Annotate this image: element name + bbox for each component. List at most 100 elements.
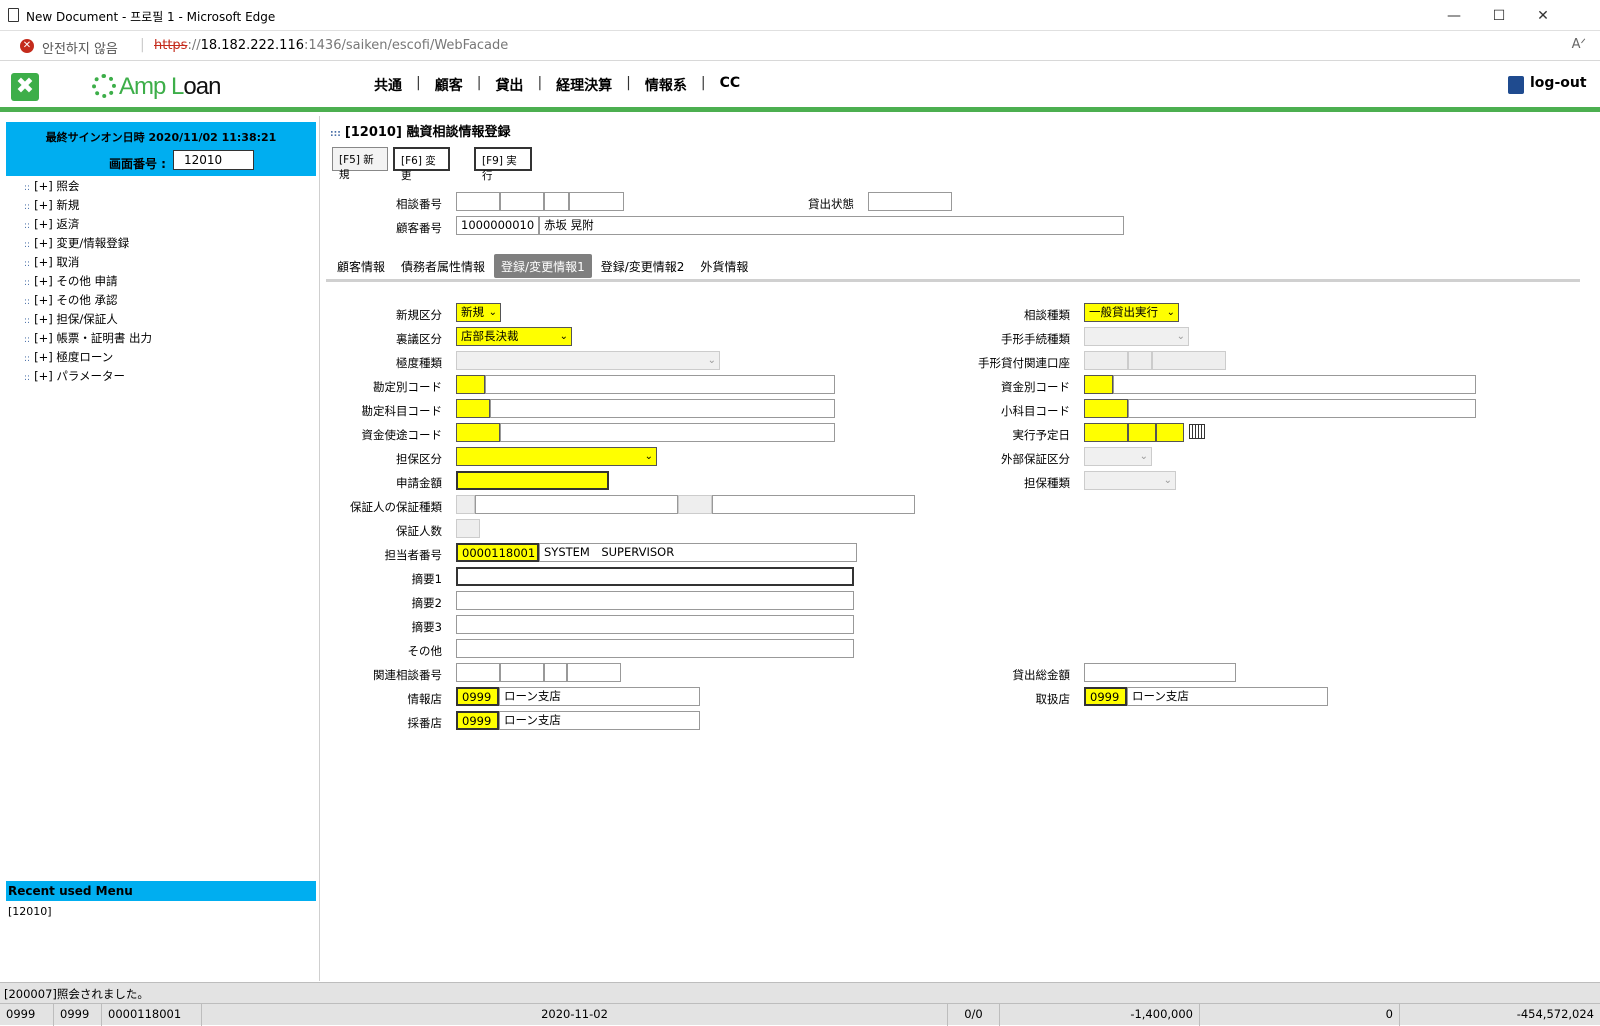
app-logo-icon: ✖ [11, 73, 39, 101]
info-branch-code-field[interactable]: 0999 [456, 687, 499, 706]
minor-code-name-field[interactable] [1128, 399, 1476, 418]
close-button[interactable]: ✕ [1533, 6, 1553, 26]
consult-no-field-3[interactable] [544, 192, 569, 211]
nav-cc[interactable]: CC [706, 75, 755, 95]
tab-foreign-currency[interactable]: 外貨情報 [693, 254, 755, 278]
fund-code-name-field[interactable] [1113, 375, 1476, 394]
menu-item-inquiry[interactable]: :: [+] 照会 [24, 178, 152, 197]
minimize-button[interactable]: — [1444, 6, 1464, 26]
bill-account-field-3[interactable] [1152, 351, 1226, 370]
f9-execute-button[interactable]: [F9] 実行 [474, 147, 532, 182]
recent-menu-item[interactable]: [12010] [8, 905, 52, 918]
url-text[interactable]: https://18.182.222.116:1436/saiken/escof… [154, 38, 508, 53]
tab-register-change-1[interactable]: 登録/変更情報1 [494, 254, 592, 278]
menu-item-change[interactable]: :: [+] 変更/情報登録 [24, 235, 152, 254]
security-label[interactable]: 안전하지 않음 [42, 38, 118, 57]
menu-item-other-apply[interactable]: :: [+] その他 申請 [24, 273, 152, 292]
menu-item-new[interactable]: :: [+] 新規 [24, 197, 152, 216]
bill-account-field-2[interactable] [1128, 351, 1152, 370]
fund-code-field[interactable] [1084, 375, 1113, 394]
minor-code-field[interactable] [1084, 399, 1128, 418]
approval-kind-select[interactable]: 店部長決裁 ⌄ [456, 327, 572, 346]
info-branch-name-field[interactable]: ローン支店 [499, 687, 700, 706]
total-loan-field[interactable] [1084, 663, 1236, 682]
fund-use-code-name-field[interactable] [500, 423, 835, 442]
related-consult-field-2[interactable] [500, 663, 544, 682]
logout-icon[interactable] [1508, 76, 1524, 94]
exec-date-year[interactable] [1084, 423, 1128, 442]
memo2-field[interactable] [456, 591, 854, 610]
customer-no-field[interactable]: 1000000010 [456, 216, 539, 235]
consult-no-field-1[interactable] [456, 192, 500, 211]
tab-debtor-attributes[interactable]: 債務者属性情報 [394, 254, 492, 278]
nav-customer[interactable]: 顧客 [421, 75, 477, 95]
subject-code-name-field[interactable] [490, 399, 835, 418]
guarantor-type-code-2[interactable] [678, 495, 712, 514]
exec-date-day[interactable] [1156, 423, 1184, 442]
menu-item-other-approve[interactable]: :: [+] その他 承認 [24, 292, 152, 311]
read-aloud-icon[interactable]: Aᐟ [1572, 37, 1586, 52]
bill-account-field-1[interactable] [1084, 351, 1128, 370]
nav-common[interactable]: 共通 [360, 75, 416, 95]
adopt-branch-name-field[interactable]: ローン支店 [499, 711, 700, 730]
adopt-branch-code-field[interactable]: 0999 [456, 711, 499, 730]
menu-item-collateral[interactable]: :: [+] 担保/保証人 [24, 311, 152, 330]
subject-code-field[interactable] [456, 399, 490, 418]
limit-kind-select[interactable]: ⌄ [456, 351, 720, 370]
loan-status-field[interactable] [868, 192, 952, 211]
menu-item-reports[interactable]: :: [+] 帳票・証明書 出力 [24, 330, 152, 349]
related-consult-field-1[interactable] [456, 663, 500, 682]
nav-info[interactable]: 情報系 [631, 75, 701, 95]
nav-lending[interactable]: 貸出 [481, 75, 537, 95]
consult-no-field-2[interactable] [500, 192, 544, 211]
guarantor-type-code-1[interactable] [456, 495, 475, 514]
staff-name-field[interactable]: SYSTEM SUPERVISOR [539, 543, 857, 562]
related-consult-field-4[interactable] [567, 663, 621, 682]
apply-amount-field[interactable] [456, 471, 609, 490]
account-code-field[interactable] [456, 375, 485, 394]
consult-type-select[interactable]: 一般貸出実行 ⌄ [1084, 303, 1179, 322]
calendar-icon[interactable] [1189, 424, 1205, 439]
app-header: ✖ Amp Loan 共通 | 顧客 | 貸出 | 経理決算 | 情報系 | CC log… [0, 61, 1600, 112]
handle-branch-name-field[interactable]: ローン支店 [1127, 687, 1328, 706]
tab-register-change-2[interactable]: 登録/変更情報2 [594, 254, 692, 278]
url-path: :1436/saiken/escofi/WebFacade [304, 38, 509, 53]
memo1-field[interactable] [456, 567, 854, 586]
memo3-field[interactable] [456, 615, 854, 634]
menu-item-parameter[interactable]: :: [+] パラメーター [24, 368, 152, 387]
logout-link[interactable]: log-out [1530, 75, 1587, 91]
fund-use-code-label: 資金使途コード [361, 428, 443, 442]
memo3-label: 摘要3 [411, 620, 442, 634]
exec-date-month[interactable] [1128, 423, 1156, 442]
bill-proc-select[interactable]: ⌄ [1084, 327, 1189, 346]
menu-item-limit-loan[interactable]: :: [+] 極度ローン [24, 349, 152, 368]
other-field[interactable] [456, 639, 854, 658]
collateral-kind-select[interactable]: ⌄ [456, 447, 657, 466]
guarantor-type-name-2[interactable] [712, 495, 915, 514]
f6-change-button[interactable]: [F6] 変更 [393, 147, 450, 182]
url-scheme: https [154, 38, 188, 53]
guarantor-type-name-1[interactable] [475, 495, 678, 514]
menu-item-repay[interactable]: :: [+] 返済 [24, 216, 152, 235]
tab-divider [326, 279, 1580, 282]
f5-new-button[interactable]: [F5] 新規 [332, 147, 388, 181]
collateral-type-select[interactable]: ⌄ [1084, 471, 1176, 490]
customer-name-field[interactable]: 赤坂 晃附 [539, 216, 1124, 235]
screen-number-input[interactable]: 12010 [173, 150, 254, 170]
address-bar[interactable]: ✕ 안전하지 않음 | https://18.182.222.116:1436/… [0, 31, 1600, 61]
nav-accounting[interactable]: 経理決算 [542, 75, 626, 95]
not-secure-icon[interactable]: ✕ [20, 39, 34, 53]
account-code-name-field[interactable] [485, 375, 835, 394]
maximize-button[interactable]: ☐ [1489, 6, 1509, 26]
tab-customer-info[interactable]: 顧客情報 [330, 254, 392, 278]
menu-item-cancel[interactable]: :: [+] 取消 [24, 254, 152, 273]
staff-no-field[interactable]: 0000118001 [456, 543, 539, 562]
guarantor-count-field[interactable] [456, 519, 480, 538]
handle-branch-code-field[interactable]: 0999 [1084, 687, 1127, 706]
ext-guarantee-select[interactable]: ⌄ [1084, 447, 1152, 466]
new-kind-select[interactable]: 新規 ⌄ [456, 303, 501, 322]
approval-kind-value: 店部長決裁 [461, 329, 519, 343]
fund-use-code-field[interactable] [456, 423, 500, 442]
consult-no-field-4[interactable] [569, 192, 624, 211]
related-consult-field-3[interactable] [544, 663, 567, 682]
